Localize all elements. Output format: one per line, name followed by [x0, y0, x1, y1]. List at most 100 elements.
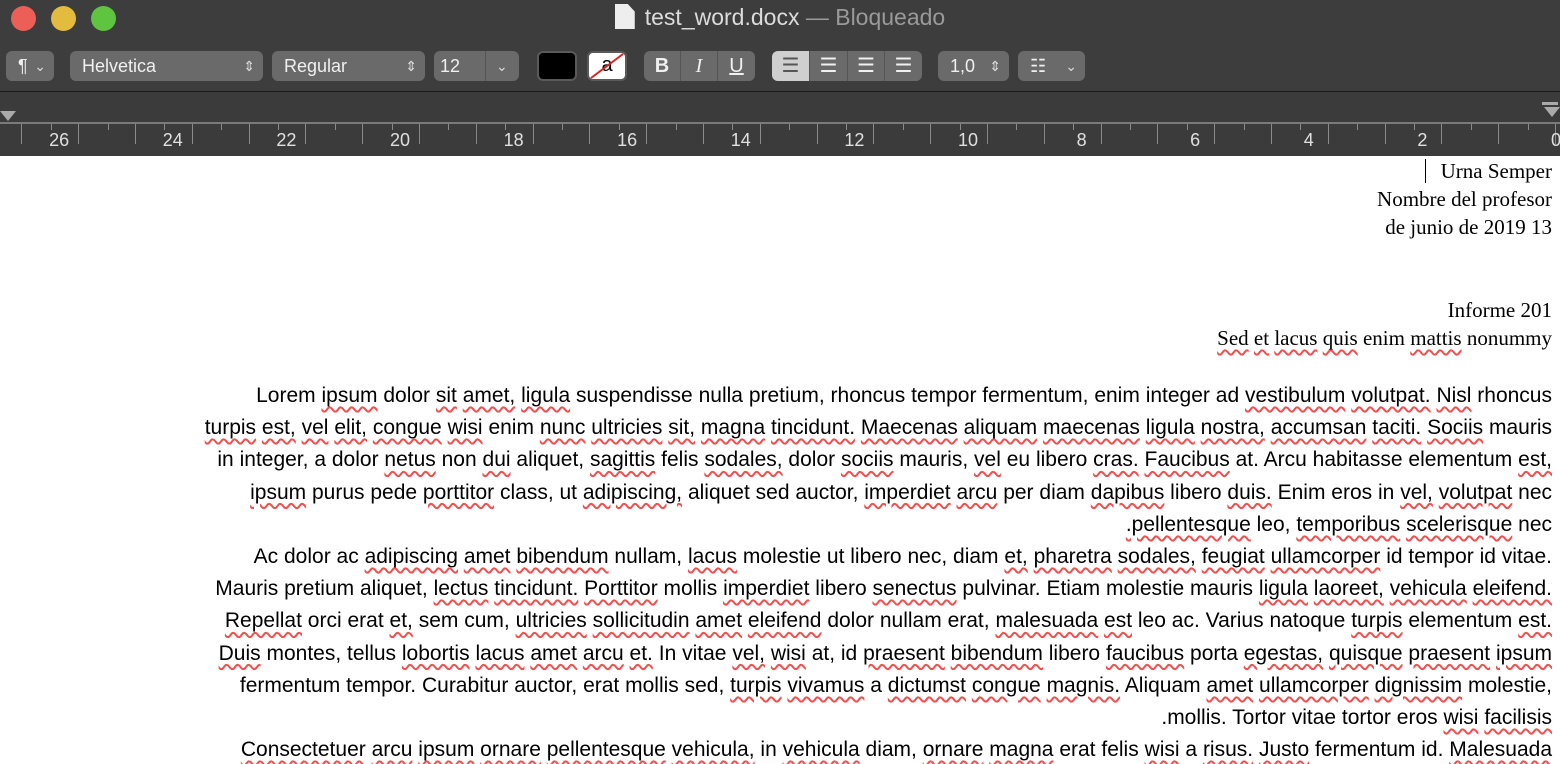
body-text-line: Duis montes, tellus lobortis lacus amet … [219, 642, 1552, 666]
word: pede [370, 480, 418, 504]
misspelled-word: ullamcorper [1270, 545, 1381, 568]
word: mauris [1190, 577, 1254, 601]
title-bar: test_word.docx — Bloqueado ¶ ⌄ Helvetica ⇕… [0, 0, 1560, 92]
misspelled-word: dui [482, 448, 511, 472]
misspelled-word: quis [1322, 326, 1358, 350]
ruler-label: 12 [844, 130, 865, 150]
misspelled-word: sodales, [704, 448, 783, 472]
misspelled-word: risus. [1202, 738, 1254, 762]
word: sed [755, 480, 790, 504]
italic-button[interactable]: I [681, 51, 718, 81]
word: id. [1421, 738, 1444, 762]
underline-button[interactable]: U [718, 51, 755, 81]
left-indent-marker[interactable] [0, 111, 16, 121]
misspelled-word: Porttitor [584, 577, 658, 601]
misspelled-word: scelerisque [1406, 512, 1513, 536]
misspelled-word: vestibulum [1244, 384, 1346, 407]
ruler-tick [305, 124, 307, 144]
header-line: Sed et lacus quis enim mattis nonummy [1217, 326, 1552, 351]
word: elementum [1408, 448, 1513, 472]
ruler-tick [1357, 124, 1359, 130]
misspelled-word: senectus [872, 577, 957, 601]
word: dolor [383, 384, 431, 407]
body-text-line: Ac dolor ac adipiscing amet bibendum nul… [254, 545, 1552, 569]
word: dolor [331, 448, 379, 472]
header-line: de junio de 2019 13 [1385, 215, 1552, 239]
word: eu [1006, 448, 1031, 472]
body-text-line: turpis est, vel elit, congue wisi enim n… [205, 416, 1552, 440]
ruler-tick [589, 124, 591, 144]
right-indent-marker[interactable] [1544, 107, 1560, 117]
misspelled-word: amet [463, 545, 511, 568]
justify-button[interactable]: ☰ [885, 51, 922, 81]
ruler-label: 4 [1303, 130, 1314, 150]
align-left-button[interactable]: ☰ [772, 51, 810, 81]
word: diam [1039, 480, 1085, 504]
ruler-tick [135, 124, 136, 144]
chevron-down-icon: ⌄ [485, 51, 519, 81]
body-text-line: fermentum tempor. Curabitur auctor, erat… [240, 674, 1552, 698]
misspelled-word: vehicula [1389, 577, 1467, 601]
word: enim [1362, 326, 1405, 350]
word: mollis [663, 577, 718, 601]
word: id [1386, 545, 1403, 568]
misspelled-word: sagittis [589, 448, 656, 472]
line-spacing-select[interactable]: 1,0 ⇕ [938, 51, 1009, 81]
word: tortor [1341, 706, 1391, 729]
ruler-tick [987, 124, 988, 144]
misspelled-word: nostra, [1200, 416, 1265, 440]
font-family-select[interactable]: Helvetica ⇕ [70, 51, 263, 81]
tab-stop-marker[interactable] [1542, 102, 1558, 105]
header-line: Urna Semper [1440, 159, 1552, 183]
misspelled-word: vel [301, 416, 329, 440]
misspelled-word: vel [974, 448, 1001, 472]
misspelled-word: eleifend [747, 609, 822, 633]
highlight-color-button[interactable]: a [587, 51, 627, 81]
word: non [441, 448, 477, 472]
word: in [217, 448, 234, 472]
misspelled-word: sit, [668, 416, 696, 440]
word: rhoncus [830, 384, 906, 407]
align-center-button[interactable]: ☰ [810, 51, 848, 81]
font-size-combo[interactable]: 12 ⌄ [434, 51, 519, 81]
ruler-label: 10 [957, 130, 979, 150]
font-style-select[interactable]: Regular ⇕ [272, 51, 425, 81]
ruler[interactable]: 26 24 22 20 18 16 14 12 10 8 6 4 2 0 [0, 92, 1560, 156]
ruler-tick [1527, 124, 1529, 130]
misspelled-word: Repellat [224, 609, 302, 633]
updown-icon: ⇕ [243, 58, 255, 74]
body-text-line: Lorem ipsum dolor sit amet, ligula suspe… [256, 384, 1552, 408]
misspelled-word: ligula [1258, 577, 1308, 601]
misspelled-word: lobortis [401, 641, 470, 665]
misspelled-word: amet [695, 609, 743, 633]
ruler-tick [475, 124, 477, 144]
body-text-line: .mollis. Tortor vitae tortor eros wisi f… [1161, 706, 1552, 730]
document-page[interactable]: Urna Semper Nombre del profesor de junio d… [0, 156, 1560, 764]
paragraph-style-dropdown[interactable]: ¶ ⌄ [6, 51, 54, 81]
misspelled-word: bibendum [516, 545, 609, 568]
misspelled-word: sodales, [1117, 545, 1196, 568]
ruler-tick [1414, 124, 1415, 130]
word: sem [418, 609, 459, 633]
word: aliquet, [516, 448, 585, 472]
misspelled-word: lacus [1274, 326, 1318, 350]
misspelled-word: dictumst [887, 673, 966, 697]
word: cum, [464, 609, 510, 633]
word: at, [811, 641, 836, 665]
bold-button[interactable]: B [644, 51, 681, 81]
align-right-button[interactable]: ☰ [848, 51, 885, 81]
ruler-tick [1016, 124, 1018, 130]
misspelled-word: bibendum [950, 641, 1043, 665]
word: libero [815, 577, 867, 601]
word: habitasse [1312, 448, 1403, 472]
word: molestie [1106, 577, 1185, 601]
misspelled-word: lacus [475, 641, 525, 665]
line-spacing-value: 1,0 [950, 56, 976, 76]
misspelled-word: Duis [218, 641, 261, 665]
ruler-label: 2 [1417, 130, 1428, 150]
word: orci [307, 609, 342, 633]
word: In [658, 641, 677, 665]
text-color-button[interactable] [537, 51, 577, 81]
list-style-dropdown[interactable]: ☷ ⌄ [1018, 51, 1085, 81]
ruler-tick [930, 124, 932, 144]
